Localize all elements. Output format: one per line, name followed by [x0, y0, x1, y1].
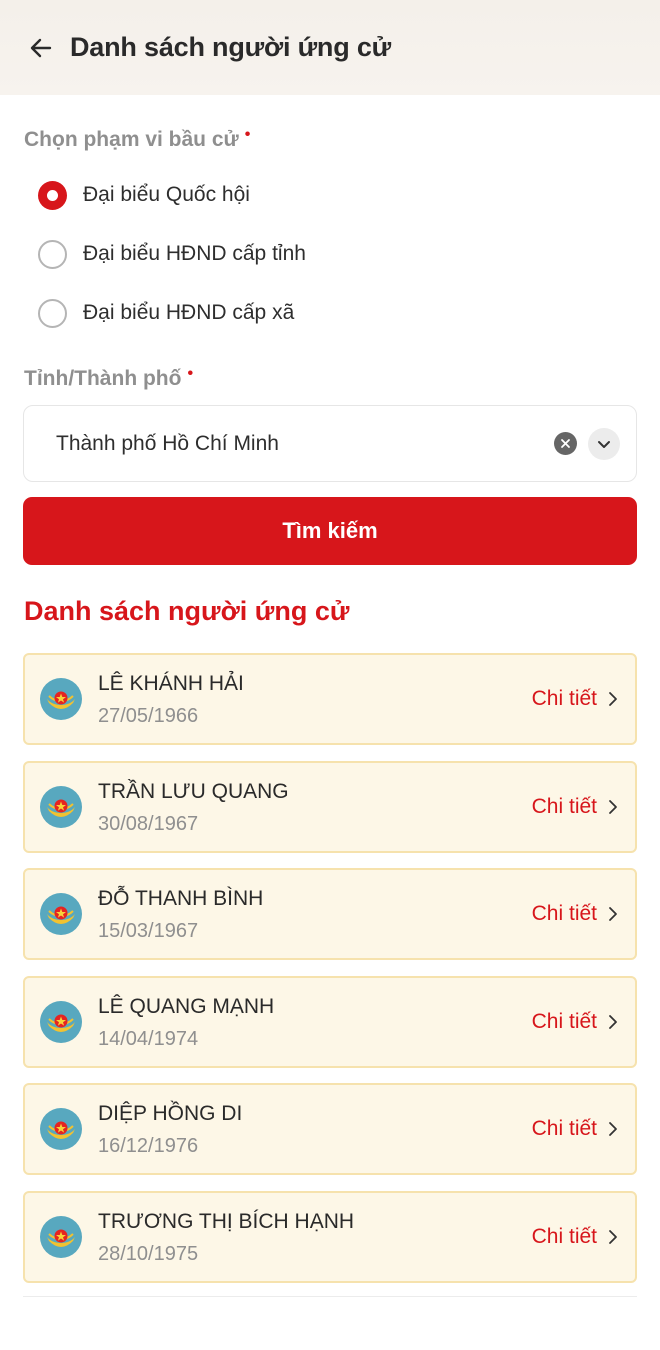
- candidate-card[interactable]: TRƯƠNG THỊ BÍCH HẠNH 28/10/1975 Chi tiết: [23, 1190, 637, 1283]
- radio-option-hdnd-xa[interactable]: Đại biểu HĐND cấp xã: [38, 293, 294, 333]
- candidate-info: DIỆP HỒNG DI 16/12/1976: [98, 1100, 532, 1158]
- candidate-list-title: Danh sách người ứng cử: [24, 596, 350, 626]
- candidate-dob: 16/12/1976: [98, 1135, 199, 1157]
- national-emblem-icon: [40, 1000, 82, 1043]
- candidate-name: ĐỖ THANH BÌNH: [98, 887, 264, 910]
- province-label-text: Tỉnh/Thành phố: [24, 367, 182, 390]
- province-label: Tỉnh/Thành phố •: [24, 365, 194, 391]
- province-select-value: Thành phố Hồ Chí Minh: [56, 431, 279, 455]
- radio-button[interactable]: [38, 298, 67, 328]
- candidate-card[interactable]: DIỆP HỒNG DI 16/12/1976 Chi tiết: [23, 1083, 637, 1175]
- back-button[interactable]: [24, 31, 58, 65]
- candidate-dob: 15/03/1967: [98, 920, 199, 942]
- candidate-dob: 30/08/1967: [98, 812, 199, 835]
- candidate-card[interactable]: LÊ KHÁNH HẢI 27/05/1966 Chi tiết: [23, 653, 637, 745]
- national-emblem-icon: [40, 785, 82, 828]
- required-mark: •: [187, 365, 194, 382]
- radio-option-label: Đại biểu HĐND cấp tỉnh: [83, 242, 306, 265]
- radio-option-hdnd-tinh[interactable]: Đại biểu HĐND cấp tỉnh: [38, 234, 306, 274]
- chevron-right-icon: [609, 799, 617, 814]
- candidate-name: TRẦN LƯU QUANG: [98, 779, 289, 803]
- app-header: Danh sách người ứng cử: [0, 0, 660, 95]
- candidate-name: LÊ QUANG MẠNH: [98, 994, 275, 1018]
- radio-option-label: Đại biểu Quốc hội: [83, 183, 250, 206]
- detail-label: Chi tiết: [531, 1117, 597, 1140]
- required-mark: •: [244, 126, 251, 143]
- candidate-name: LÊ KHÁNH HẢI: [98, 672, 244, 695]
- detail-label: Chi tiết: [531, 687, 597, 710]
- chevron-right-icon: [609, 692, 617, 706]
- chevron-right-icon: [609, 1122, 617, 1136]
- detail-label: Chi tiết: [531, 902, 597, 925]
- candidate-card[interactable]: TRẦN LƯU QUANG 30/08/1967 Chi tiết: [23, 760, 637, 853]
- dropdown-toggle-button[interactable]: [588, 427, 620, 460]
- detail-label: Chi tiết: [531, 1009, 597, 1033]
- chevron-right-icon: [609, 1229, 617, 1244]
- radio-option-label: Đại biểu HĐND cấp xã: [83, 301, 295, 324]
- candidate-info: TRẦN LƯU QUANG 30/08/1967: [98, 778, 532, 836]
- candidate-name: TRƯƠNG THỊ BÍCH HẠNH: [98, 1209, 355, 1233]
- candidate-info: TRƯƠNG THỊ BÍCH HẠNH 28/10/1975: [98, 1208, 532, 1266]
- search-button[interactable]: Tìm kiếm: [23, 497, 637, 565]
- scope-label: Chọn phạm vi bầu cử •: [24, 126, 251, 152]
- detail-link[interactable]: Chi tiết: [532, 902, 619, 926]
- national-emblem-icon: [40, 1108, 82, 1150]
- detail-link[interactable]: Chi tiết: [532, 1225, 619, 1249]
- national-emblem-icon: [40, 1215, 82, 1258]
- scope-label-text: Chọn phạm vi bầu cử: [24, 128, 239, 151]
- candidate-dob: 14/04/1974: [98, 1027, 199, 1050]
- clear-selection-button[interactable]: [554, 432, 577, 455]
- candidate-dob: 27/05/1966: [98, 705, 199, 727]
- detail-link[interactable]: Chi tiết: [532, 795, 619, 819]
- detail-label: Chi tiết: [531, 794, 597, 818]
- candidate-card[interactable]: ĐỖ THANH BÌNH 15/03/1967 Chi tiết: [23, 868, 637, 960]
- province-select[interactable]: Thành phố Hồ Chí Minh: [23, 405, 637, 482]
- candidate-info: ĐỖ THANH BÌNH 15/03/1967: [98, 885, 532, 943]
- close-icon: [561, 439, 570, 448]
- national-emblem-icon: [40, 678, 82, 720]
- national-emblem-icon: [40, 893, 82, 935]
- detail-link[interactable]: Chi tiết: [532, 687, 619, 711]
- candidate-info: LÊ KHÁNH HẢI 27/05/1966: [98, 670, 532, 728]
- page-title: Danh sách người ứng cử: [70, 32, 391, 62]
- radio-button[interactable]: [38, 239, 67, 269]
- chevron-right-icon: [609, 1014, 617, 1029]
- detail-label: Chi tiết: [531, 1224, 597, 1248]
- detail-link[interactable]: Chi tiết: [532, 1117, 619, 1141]
- detail-link[interactable]: Chi tiết: [532, 1010, 619, 1034]
- chevron-down-icon: [598, 440, 610, 448]
- radio-option-quoc-hoi[interactable]: Đại biểu Quốc hội: [38, 175, 250, 215]
- candidate-info: LÊ QUANG MẠNH 14/04/1974: [98, 993, 532, 1051]
- chevron-right-icon: [609, 907, 617, 921]
- arrow-left-icon: [30, 38, 52, 57]
- candidate-card[interactable]: LÊ QUANG MẠNH 14/04/1974 Chi tiết: [23, 975, 637, 1068]
- candidate-list: LÊ KHÁNH HẢI 27/05/1966 Chi tiết TRẦN LƯ…: [23, 653, 637, 1298]
- divider: [23, 1296, 637, 1297]
- candidate-name: DIỆP HỒNG DI: [98, 1102, 243, 1125]
- candidate-dob: 28/10/1975: [98, 1242, 199, 1265]
- radio-button-checked[interactable]: [38, 180, 67, 210]
